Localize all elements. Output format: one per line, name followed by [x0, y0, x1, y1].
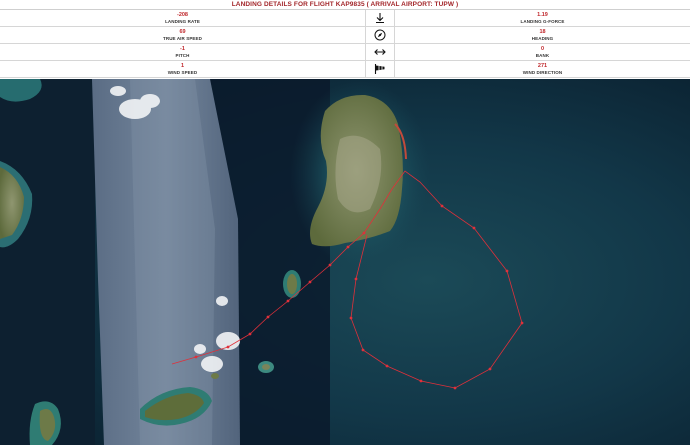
stat-wind-direction: 271 WIND DIRECTION [395, 61, 690, 77]
stat-value: 69 [179, 29, 186, 35]
stats-row: -208 LANDING RATE 1.19 LANDING G-FORCE [0, 10, 690, 27]
stat-value: -1 [180, 46, 185, 52]
stat-landing-rate: -208 LANDING RATE [0, 10, 365, 26]
left-right-arrow-icon [365, 44, 395, 60]
compass-icon [365, 27, 395, 43]
stat-pitch: -1 PITCH [0, 44, 365, 60]
stats-grid: -208 LANDING RATE 1.19 LANDING G-FORCE 6… [0, 10, 690, 78]
stat-bank: 0 BANK [395, 44, 690, 60]
stat-value: 1 [180, 63, 185, 69]
stat-label: WIND SPEED [167, 70, 198, 75]
stats-row: -1 PITCH 0 BANK [0, 44, 690, 61]
stat-label: BANK [535, 53, 550, 58]
page-title: LANDING DETAILS FOR FLIGHT KAP9835 ( ARR… [0, 0, 690, 10]
satellite-map[interactable] [0, 79, 690, 445]
stat-value: -208 [176, 12, 188, 18]
stats-row: 1 WIND SPEED 271 WIND DIRECTION [0, 61, 690, 78]
arrow-down-to-line-icon [365, 10, 395, 26]
stat-value: 1.19 [537, 12, 548, 18]
left-water [0, 79, 95, 445]
map-canvas [0, 79, 690, 445]
islet-small [211, 373, 219, 379]
stats-row: 69 TRUE AIR SPEED 18 HEADING [0, 27, 690, 44]
stat-label: LANDING RATE [165, 19, 200, 24]
stat-heading: 18 HEADING [395, 27, 690, 43]
windsock-icon [365, 61, 395, 77]
stat-label: WIND DIRECTION [522, 70, 563, 75]
stat-value: 0 [540, 46, 545, 52]
islet [287, 274, 297, 294]
stat-label: TRUE AIR SPEED [163, 36, 202, 41]
stat-label: LANDING G-FORCE [520, 19, 565, 24]
stat-true-air-speed: 69 TRUE AIR SPEED [0, 27, 365, 43]
landing-report: LANDING DETAILS FOR FLIGHT KAP9835 ( ARR… [0, 0, 690, 445]
landing-details-panel: LANDING DETAILS FOR FLIGHT KAP9835 ( ARR… [0, 0, 690, 79]
stat-value: 18 [539, 29, 546, 35]
islet-south [262, 364, 270, 370]
stat-wind-speed: 1 WIND SPEED [0, 61, 365, 77]
stat-label: HEADING [531, 36, 554, 41]
stat-label: PITCH [175, 53, 190, 58]
stat-landing-gforce: 1.19 LANDING G-FORCE [395, 10, 690, 26]
stat-value: 271 [537, 63, 548, 69]
